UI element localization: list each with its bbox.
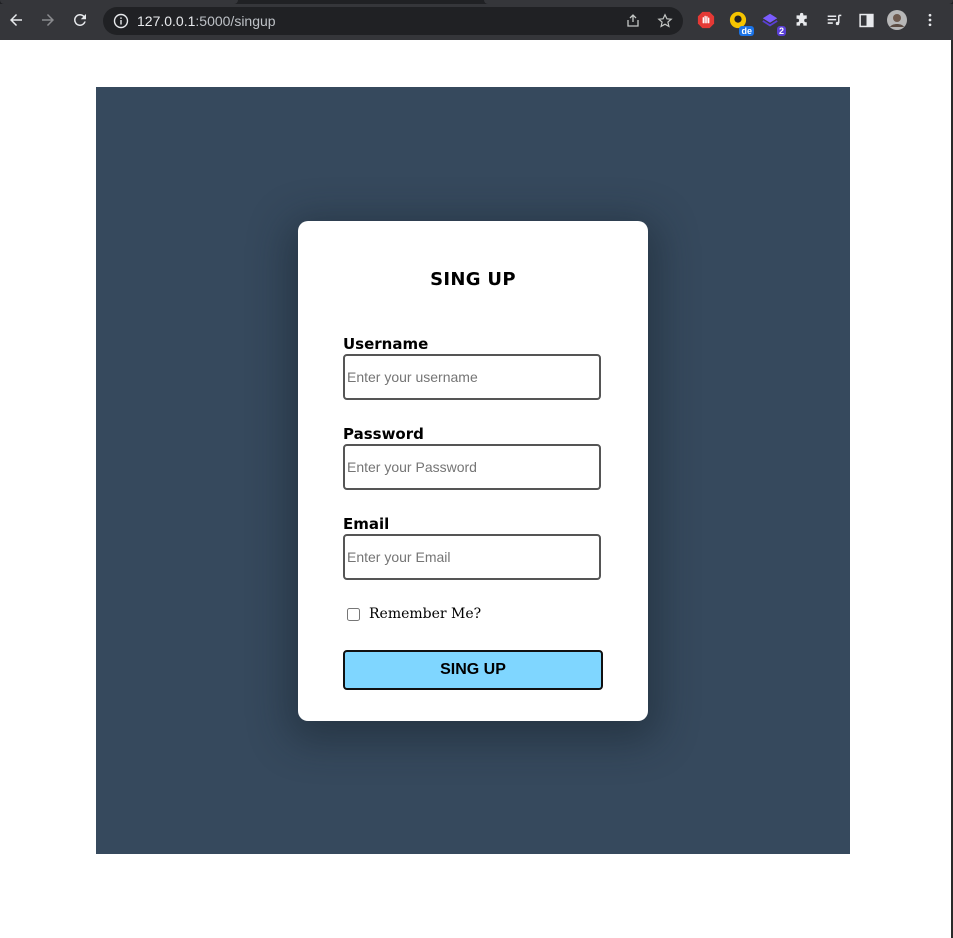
remember-me-label: Remember Me? <box>369 606 482 622</box>
remember-me-row[interactable]: Remember Me? <box>347 606 481 622</box>
translate-extension-icon[interactable]: de <box>728 10 754 36</box>
password-input[interactable] <box>343 444 601 490</box>
page-viewport: SING UP Username Password Email Remember… <box>0 40 953 938</box>
stack-badge: 2 <box>776 26 786 36</box>
background-panel: SING UP Username Password Email Remember… <box>96 87 850 854</box>
reload-icon <box>73 13 86 26</box>
password-label: Password <box>343 425 424 443</box>
tab-strip <box>0 0 953 4</box>
extensions-puzzle-icon[interactable] <box>792 10 812 30</box>
remember-me-checkbox[interactable] <box>347 607 360 621</box>
browser-toolbar: 127.0.0.1:5000/singup de 2 <box>0 0 953 40</box>
reload-button[interactable] <box>69 9 91 31</box>
username-input[interactable] <box>343 354 601 400</box>
address-bar[interactable]: 127.0.0.1:5000/singup <box>103 7 683 35</box>
arrow-right-icon <box>42 14 54 26</box>
bookmark-star-icon[interactable] <box>657 13 673 29</box>
url-path: :5000/singup <box>195 13 276 29</box>
profile-avatar[interactable] <box>887 10 907 30</box>
info-icon[interactable] <box>113 13 129 29</box>
side-panel-icon[interactable] <box>856 10 876 30</box>
media-queue-icon[interactable] <box>824 10 844 30</box>
email-label: Email <box>343 515 390 533</box>
email-input[interactable] <box>343 534 601 580</box>
forward-button[interactable] <box>37 9 59 31</box>
menu-kebab-icon[interactable] <box>920 10 940 30</box>
form-title: SING UP <box>430 269 516 290</box>
url-host: 127.0.0.1 <box>137 13 196 29</box>
arrow-left-icon <box>10 14 22 26</box>
signup-button[interactable]: SING UP <box>343 650 603 690</box>
translate-badge: de <box>739 26 754 36</box>
share-icon[interactable] <box>625 13 641 29</box>
adblock-icon[interactable] <box>696 10 716 30</box>
back-button[interactable] <box>5 9 27 31</box>
url-text: 127.0.0.1:5000/singup <box>137 13 276 29</box>
stack-extension-icon[interactable]: 2 <box>760 10 786 36</box>
username-label: Username <box>343 335 429 353</box>
signup-card: SING UP Username Password Email Remember… <box>298 221 648 721</box>
